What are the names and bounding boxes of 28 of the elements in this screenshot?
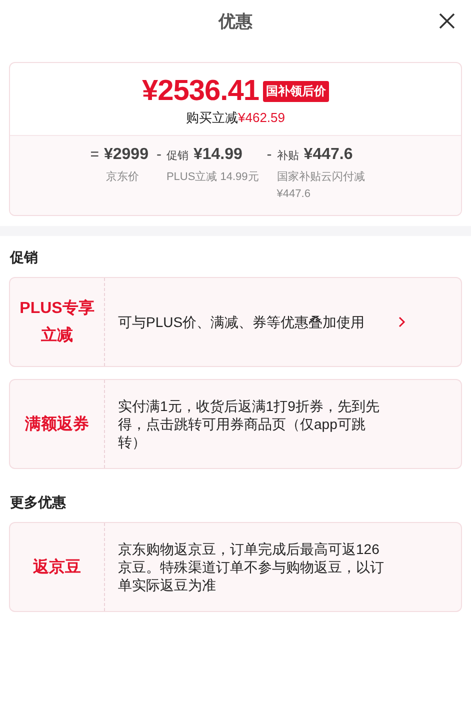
- sheet-title: 优惠: [218, 10, 252, 32]
- close-icon: [437, 11, 457, 31]
- offer-card[interactable]: PLUS专享立减 可与PLUS价、满减、券等优惠叠加使用: [9, 277, 462, 367]
- offer-description: 实付满1元，收货后返满1打9折券，先到先得，点击跳转可用券商品页（仅app可跳转）: [118, 397, 380, 451]
- offer-description: 可与PLUS价、满减、券等优惠叠加使用: [118, 313, 366, 331]
- operator-sign: -: [266, 146, 272, 163]
- offer-card[interactable]: 满额返券 实付满1元，收货后返满1打9折券，先到先得，点击跳转可用券商品页（仅app可跳转）: [9, 379, 462, 469]
- section-heading: 更多优惠: [9, 493, 67, 512]
- breakdown-amount: ¥2999: [104, 146, 148, 164]
- offer-tag: 返京豆: [10, 523, 105, 611]
- price-badge: 国补领后价: [262, 81, 329, 102]
- breakdown-amount: ¥447.6: [304, 146, 353, 164]
- offer-tag: PLUS专享立减: [10, 278, 105, 366]
- breakdown-label: 促销: [166, 149, 188, 163]
- offer-card[interactable]: 返京豆 京东购物返京豆，订单完成后最高可返126京豆。特殊渠道订单不参与购物返豆，以订单实际返豆为准: [9, 522, 462, 612]
- offer-description: 京东购物返京豆，订单完成后最高可返126京豆。特殊渠道订单不参与购物返豆，以订单实际返豆为准: [118, 540, 385, 594]
- section-heading: 促销: [9, 248, 39, 267]
- operator-sign: =: [90, 146, 99, 163]
- breakdown-note: 国家补贴云闪付减¥447.6: [276, 170, 366, 202]
- close-button[interactable]: [437, 11, 457, 31]
- final-price: ¥2536.41: [142, 75, 259, 108]
- saving-text: 购买立减¥462.59: [186, 109, 285, 127]
- breakdown-note: 京东价: [106, 170, 140, 185]
- operator-sign: -: [156, 146, 162, 163]
- offer-tag: 满额返券: [10, 380, 105, 468]
- breakdown-amount: ¥14.99: [193, 146, 242, 164]
- breakdown-label: 补贴: [276, 148, 299, 163]
- breakdown-note: PLUS立减 14.99元: [166, 170, 259, 185]
